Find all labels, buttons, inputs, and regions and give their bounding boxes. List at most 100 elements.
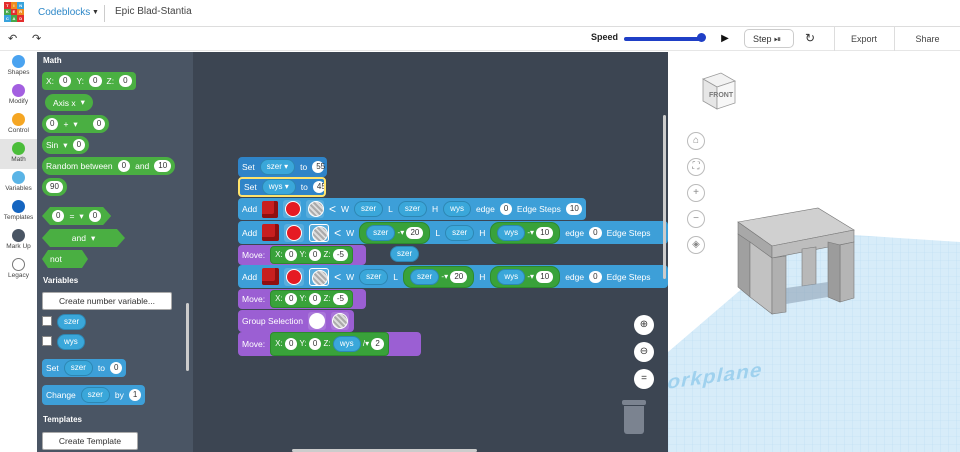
- y-input[interactable]: 0: [308, 249, 322, 261]
- change-value-input[interactable]: 1: [128, 389, 142, 401]
- operand-b-input[interactable]: 0: [92, 118, 106, 130]
- category-templates[interactable]: Templates: [0, 199, 37, 227]
- view-cube[interactable]: FRONT: [697, 71, 737, 111]
- hole-toggle[interactable]: [309, 223, 330, 242]
- zoom-out-view-icon[interactable]: −: [687, 210, 705, 228]
- category-control[interactable]: Control: [0, 112, 37, 140]
- compare-operator[interactable]: =: [69, 211, 74, 221]
- hole-toggle[interactable]: [305, 200, 324, 218]
- x-input[interactable]: 0: [284, 293, 298, 305]
- category-legacy[interactable]: Legacy: [0, 257, 37, 285]
- add-box-block-1[interactable]: Add < Wszer Lszer Hwys edge 0 Edge Steps 1…: [238, 198, 586, 220]
- color-picker[interactable]: [284, 267, 305, 286]
- speed-slider-handle[interactable]: [697, 33, 706, 42]
- edge-input[interactable]: 0: [589, 226, 602, 239]
- app-switcher-label[interactable]: Codeblocks: [38, 7, 90, 18]
- move-block-2[interactable]: Move: X: 0 Y: 0 Z: -5: [238, 289, 366, 309]
- logic-and-block[interactable]: and ▾: [42, 229, 125, 247]
- logic-not-block[interactable]: not: [42, 250, 88, 268]
- speed-slider[interactable]: [624, 37, 704, 41]
- palette-scrollbar[interactable]: [186, 303, 189, 371]
- y-input[interactable]: 0: [89, 75, 102, 87]
- xyz-block[interactable]: X: 0 Y: 0 Z: 0: [42, 72, 136, 90]
- height-expression[interactable]: wys -▾ 10: [490, 265, 561, 288]
- zoom-in-view-icon[interactable]: +: [687, 184, 705, 202]
- width-var[interactable]: szer: [359, 268, 389, 285]
- category-math[interactable]: Math: [0, 139, 37, 169]
- tinkercad-logo[interactable]: T I N K E R C A D: [4, 2, 24, 22]
- perspective-icon[interactable]: ◈: [687, 236, 705, 254]
- y-input[interactable]: 0: [308, 338, 322, 350]
- variable-checkbox[interactable]: [42, 336, 52, 346]
- edge-input[interactable]: 0: [499, 203, 512, 215]
- random-min-input[interactable]: 0: [117, 160, 131, 172]
- operator[interactable]: -: [441, 272, 444, 281]
- 3d-viewport[interactable]: orkplane: [665, 52, 960, 452]
- collapse-arrow-icon[interactable]: <: [334, 227, 341, 239]
- create-template-button[interactable]: Create Template: [42, 432, 138, 450]
- number-input[interactable]: 90: [46, 181, 63, 193]
- variable-dropdown[interactable]: wys ▾: [261, 179, 296, 195]
- xyz-input-group[interactable]: X: 0 Y: 0 Z: -5: [270, 246, 353, 264]
- x-input[interactable]: 0: [284, 249, 298, 261]
- move-block-3[interactable]: Move: X: 0 Y: 0 Z: wys /▾ 2: [238, 332, 421, 356]
- export-button[interactable]: Export: [834, 27, 893, 51]
- redo-icon[interactable]: ↷: [32, 32, 41, 45]
- z-var[interactable]: wys: [332, 336, 361, 352]
- trash-icon[interactable]: [622, 400, 646, 436]
- collapse-arrow-icon[interactable]: <: [334, 271, 341, 283]
- chevron-down-icon[interactable]: ▾: [81, 97, 85, 108]
- x-input[interactable]: 0: [59, 75, 72, 87]
- project-name[interactable]: Epic Blad-Stantia: [115, 6, 192, 17]
- variable-dropdown[interactable]: szer ▾: [259, 159, 296, 175]
- hole-toggle[interactable]: [309, 267, 330, 286]
- color-picker[interactable]: [282, 200, 301, 218]
- add-box-block-2[interactable]: Add < W szer -▾ 20 Lszer H wys -▾ 10 edg…: [238, 221, 668, 244]
- box-shape-icon[interactable]: [262, 200, 278, 218]
- box-shape-icon[interactable]: [262, 268, 280, 285]
- set-wys-block[interactable]: Set wys ▾ to 45: [238, 177, 326, 197]
- change-variable-block[interactable]: Change szer by 1: [42, 385, 146, 405]
- variable-wys[interactable]: wys: [57, 334, 85, 350]
- width-var[interactable]: szer: [366, 224, 396, 241]
- function-label[interactable]: Sin: [46, 140, 58, 150]
- category-modify[interactable]: Modify: [0, 83, 37, 111]
- floating-variable-szer[interactable]: szer: [390, 246, 420, 262]
- y-input[interactable]: 0: [308, 293, 322, 305]
- variable-szer[interactable]: szer: [57, 314, 87, 330]
- arithmetic-block[interactable]: 0 + ▾ 0: [42, 115, 110, 133]
- zoom-out-icon[interactable]: ⊖: [634, 342, 654, 362]
- random-block[interactable]: Random between 0 and 10: [42, 157, 176, 175]
- collapse-arrow-icon[interactable]: <: [329, 203, 336, 215]
- step-button[interactable]: Step ⏯: [744, 29, 794, 48]
- z-input[interactable]: 0: [119, 75, 132, 87]
- compare-b-input[interactable]: 0: [89, 210, 101, 222]
- height-expression[interactable]: wys -▾ 10: [490, 221, 561, 244]
- compare-block[interactable]: 0 = ▾ 0: [42, 207, 111, 225]
- chevron-down-icon[interactable]: ▼: [92, 9, 99, 16]
- operator[interactable]: -: [527, 228, 530, 237]
- create-variable-button[interactable]: Create number variable...: [42, 292, 172, 310]
- sin-block[interactable]: Sin ▾ 0: [42, 136, 90, 154]
- group-selection-block[interactable]: Group Selection: [238, 310, 354, 332]
- axis-block[interactable]: Axis x ▾: [45, 94, 93, 111]
- set-value-input[interactable]: 45: [312, 181, 324, 193]
- variable-dropdown[interactable]: szer: [63, 360, 93, 376]
- edge-steps-input[interactable]: 10: [565, 203, 582, 215]
- operator[interactable]: -: [527, 272, 530, 281]
- fit-view-icon[interactable]: ⛶: [687, 158, 705, 176]
- undo-icon[interactable]: ↶: [8, 32, 17, 45]
- reset-zoom-icon[interactable]: =: [634, 369, 654, 389]
- category-variables[interactable]: Variables: [0, 170, 37, 198]
- width-expression[interactable]: szer -▾ 20: [359, 221, 431, 244]
- set-value-input[interactable]: 0: [109, 362, 123, 374]
- x-input[interactable]: 0: [284, 338, 298, 350]
- category-shapes[interactable]: Shapes: [0, 54, 37, 82]
- set-value-input[interactable]: 55: [312, 161, 325, 173]
- move-block-1[interactable]: Move: X: 0 Y: 0 Z: -5: [238, 245, 366, 265]
- height-operand[interactable]: 10: [536, 226, 554, 239]
- set-variable-block[interactable]: Set szer to 0: [42, 359, 127, 377]
- compare-a-input[interactable]: 0: [52, 210, 64, 222]
- play-button[interactable]: ▶: [716, 30, 734, 48]
- z-input[interactable]: -5: [332, 249, 348, 261]
